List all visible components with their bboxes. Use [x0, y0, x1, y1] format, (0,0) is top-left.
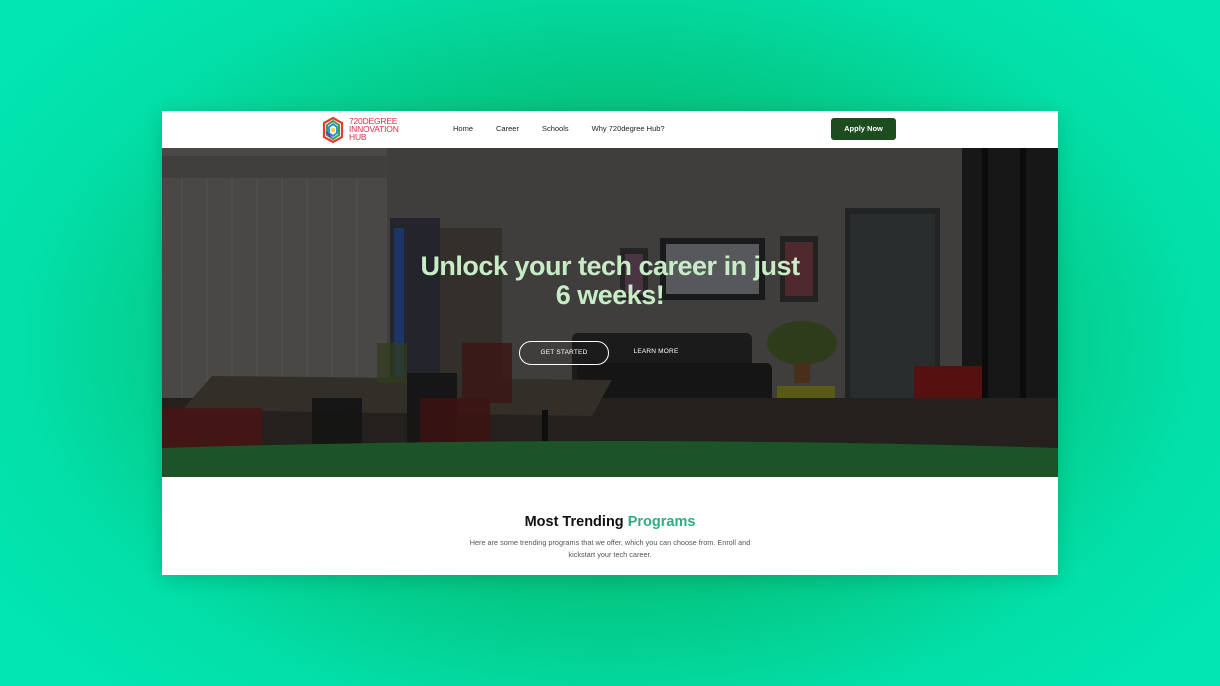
hero-background-image [162, 148, 1058, 477]
learn-more-button[interactable]: LEARN MORE [627, 341, 685, 363]
brand-name-line-3: HUB [349, 132, 367, 143]
hero-headline: Unlock your tech career in just 6 weeks! [420, 251, 800, 310]
brand-logo[interactable]: 720DEGREE INNOVATION HUB [322, 116, 412, 144]
nav-link-career[interactable]: Career [496, 124, 519, 133]
nav-link-why-hub[interactable]: Why 720degree Hub? [592, 124, 665, 133]
programs-section-description: Here are some trending programs that we … [469, 538, 751, 559]
top-navigation: 720DEGREE INNOVATION HUB Home Career Sch… [162, 111, 1058, 148]
nav-link-home[interactable]: Home [453, 124, 473, 133]
programs-section-title: Most Trending Programs [162, 514, 1058, 530]
nav-link-schools[interactable]: Schools [542, 124, 569, 133]
hub-logo-icon [322, 116, 344, 144]
apply-now-button[interactable]: Apply Now [831, 118, 896, 140]
programs-title-main: Most Trending [524, 514, 624, 530]
brand-name: 720DEGREE INNOVATION HUB [349, 117, 399, 142]
hero-section: Unlock your tech career in just 6 weeks!… [162, 148, 1058, 477]
programs-title-accent: Programs [627, 514, 696, 530]
nav-links: Home Career Schools Why 720degree Hub? [453, 124, 688, 133]
get-started-button[interactable]: GET STARTED [519, 341, 609, 365]
browser-page: 720DEGREE INNOVATION HUB Home Career Sch… [162, 111, 1058, 575]
